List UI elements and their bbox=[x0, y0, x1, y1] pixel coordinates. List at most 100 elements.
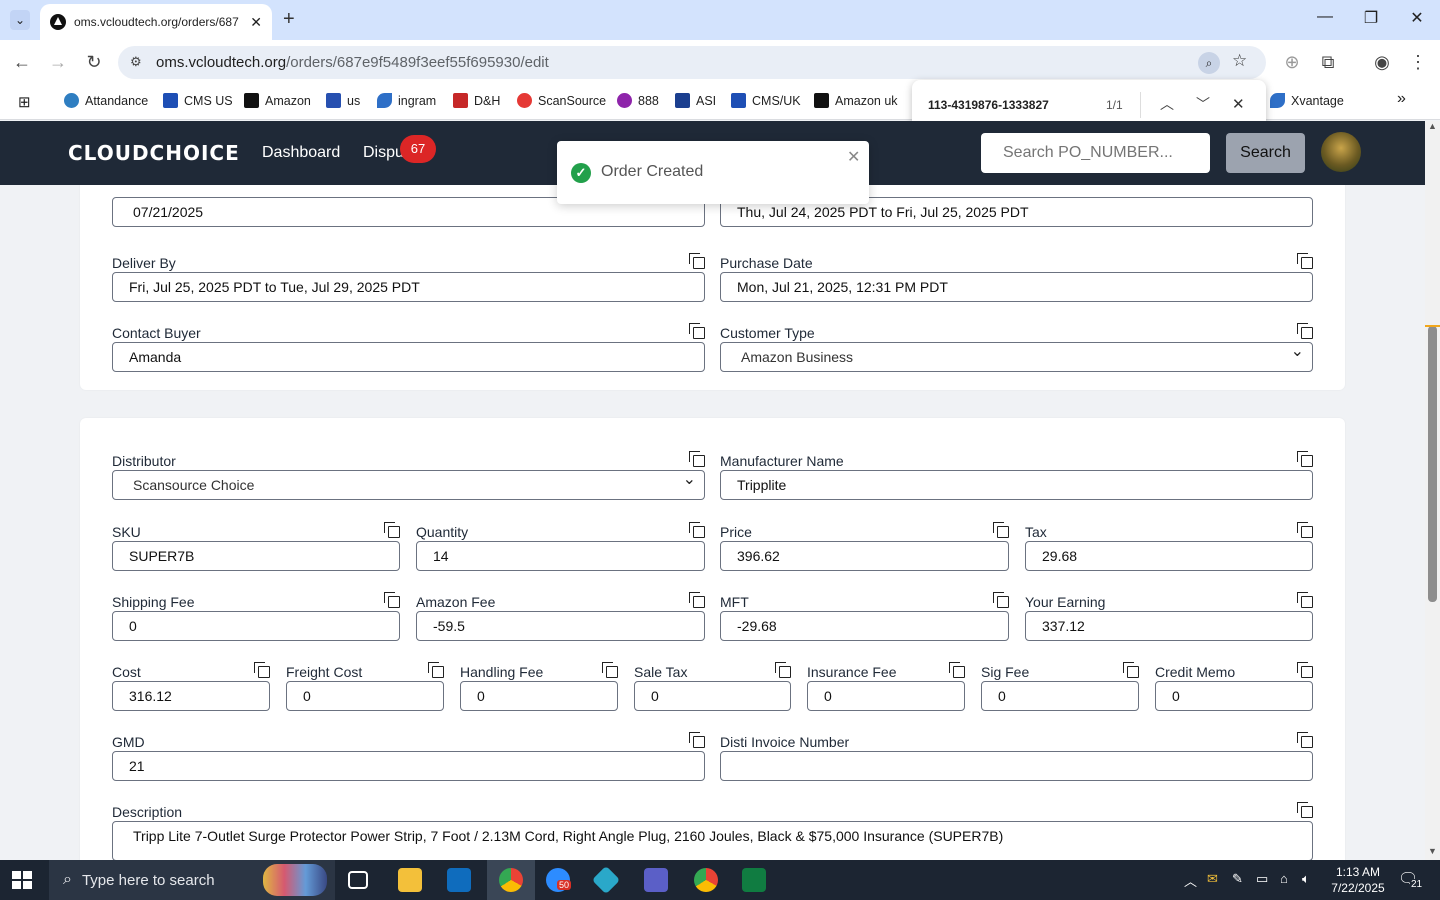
tax-input[interactable]: 29.68 bbox=[1025, 541, 1313, 571]
your-earning-input[interactable]: 337.12 bbox=[1025, 611, 1313, 641]
copy-icon[interactable] bbox=[1297, 253, 1313, 269]
mft-input[interactable]: -29.68 bbox=[720, 611, 1009, 641]
network-icon[interactable]: ⌂ bbox=[1280, 871, 1288, 886]
copy-icon[interactable] bbox=[428, 662, 444, 678]
bookmark-xvantage[interactable]: Xvantage bbox=[1270, 93, 1344, 108]
deliver-by-input[interactable]: Fri, Jul 25, 2025 PDT to Tue, Jul 29, 20… bbox=[112, 272, 705, 302]
bookmark-asi[interactable]: ASI bbox=[675, 93, 716, 108]
maximize-icon[interactable]: ❐ bbox=[1356, 8, 1386, 28]
file-explorer-icon[interactable] bbox=[398, 868, 422, 892]
search-button[interactable]: Search bbox=[1226, 133, 1305, 173]
task-view-icon[interactable] bbox=[348, 871, 368, 889]
bookmark-star-icon[interactable]: ☆ bbox=[1232, 51, 1247, 71]
copy-icon[interactable] bbox=[1297, 522, 1313, 538]
copy-icon[interactable] bbox=[689, 592, 705, 608]
scrollbar-thumb[interactable] bbox=[1428, 326, 1437, 602]
scroll-up-icon[interactable]: ▲ bbox=[1428, 121, 1437, 131]
mail-tray-icon[interactable]: ✉ bbox=[1207, 871, 1218, 887]
amazon-fee-input[interactable]: -59.5 bbox=[416, 611, 705, 641]
copy-icon[interactable] bbox=[1123, 662, 1139, 678]
tray-overflow-icon[interactable]: ︿ bbox=[1184, 871, 1197, 890]
pen-tray-icon[interactable]: ✎ bbox=[1232, 871, 1243, 887]
teams-icon[interactable] bbox=[644, 868, 668, 892]
manufacturer-input[interactable]: Tripplite bbox=[720, 470, 1313, 500]
copy-icon[interactable] bbox=[1297, 592, 1313, 608]
bookmark-us[interactable]: us bbox=[326, 93, 360, 108]
copy-icon[interactable] bbox=[1297, 451, 1313, 467]
close-tab-icon[interactable]: ✕ bbox=[250, 14, 262, 31]
customer-type-select[interactable]: Amazon Business bbox=[720, 342, 1313, 372]
disti-invoice-input[interactable] bbox=[720, 751, 1313, 781]
bookmarks-overflow-icon[interactable]: » bbox=[1397, 90, 1406, 108]
distributor-select[interactable]: Scansource Choice bbox=[112, 470, 705, 500]
bookmark-amazon-uk[interactable]: Amazon uk bbox=[814, 93, 898, 108]
apps-grid-icon[interactable]: ⊞ bbox=[18, 93, 31, 111]
purchase-date-input[interactable]: Mon, Jul 21, 2025, 12:31 PM PDT bbox=[720, 272, 1313, 302]
url-input[interactable]: ⚙ oms.vcloudtech.org/orders/687e9f5489f3… bbox=[118, 46, 1266, 79]
bookmark-888[interactable]: 888 bbox=[617, 93, 659, 108]
app-logo[interactable]: CLOUDCHOICE bbox=[68, 141, 240, 165]
copy-icon[interactable] bbox=[993, 522, 1009, 538]
insurance-fee-input[interactable]: 0 bbox=[807, 681, 965, 711]
copy-icon[interactable] bbox=[689, 323, 705, 339]
po-number-search-input[interactable] bbox=[981, 133, 1210, 173]
browser-tab[interactable]: oms.vcloudtech.org/orders/687 ✕ bbox=[40, 4, 272, 40]
sig-fee-input[interactable]: 0 bbox=[981, 681, 1139, 711]
contact-buyer-input[interactable]: Amanda bbox=[112, 342, 705, 372]
copy-icon[interactable] bbox=[993, 592, 1009, 608]
find-close-icon[interactable]: ✕ bbox=[1232, 95, 1245, 113]
back-icon[interactable]: ← bbox=[10, 52, 34, 72]
find-next-icon[interactable]: ﹀ bbox=[1196, 94, 1210, 114]
copy-icon[interactable] bbox=[384, 592, 400, 608]
copy-icon[interactable] bbox=[689, 732, 705, 748]
profile-icon[interactable]: ◉ bbox=[1370, 52, 1394, 72]
new-tab-icon[interactable]: + bbox=[283, 8, 295, 31]
reload-icon[interactable]: ↻ bbox=[82, 52, 106, 72]
bookmark-attandance[interactable]: Attandance bbox=[64, 93, 148, 108]
handling-fee-input[interactable]: 0 bbox=[460, 681, 618, 711]
app-diamond-icon[interactable] bbox=[591, 865, 621, 895]
nav-dashboard[interactable]: Dashboard bbox=[262, 144, 340, 162]
nav-disputes[interactable]: Dispu bbox=[363, 144, 404, 162]
excel-icon[interactable] bbox=[742, 868, 766, 892]
copy-icon[interactable] bbox=[384, 522, 400, 538]
toast-close-icon[interactable]: ✕ bbox=[847, 147, 860, 167]
copy-icon[interactable] bbox=[602, 662, 618, 678]
extensions-icon[interactable]: ⧉ bbox=[1316, 52, 1340, 72]
copy-icon[interactable] bbox=[689, 253, 705, 269]
sale-tax-input[interactable]: 0 bbox=[634, 681, 791, 711]
system-clock[interactable]: 1:13 AM 7/22/2025 bbox=[1322, 864, 1394, 896]
site-info-icon[interactable]: ⚙ bbox=[130, 54, 142, 70]
copy-icon[interactable] bbox=[775, 662, 791, 678]
copy-icon[interactable] bbox=[1297, 802, 1313, 818]
tab-search-icon[interactable]: ⌄ bbox=[10, 10, 30, 30]
freight-cost-input[interactable]: 0 bbox=[286, 681, 444, 711]
minimize-icon[interactable]: — bbox=[1310, 8, 1340, 26]
taskbar-search-box[interactable]: ⌕ Type here to search bbox=[49, 860, 335, 900]
bookmark-cms-uk[interactable]: CMS/UK bbox=[731, 93, 801, 108]
close-window-icon[interactable]: ✕ bbox=[1402, 8, 1432, 28]
copy-icon[interactable] bbox=[689, 522, 705, 538]
bookmark-scansource[interactable]: ScanSource bbox=[517, 93, 606, 108]
chrome-profile-icon[interactable] bbox=[694, 868, 718, 892]
device-tray-icon[interactable]: ▭ bbox=[1256, 871, 1268, 887]
cost-input[interactable]: 316.12 bbox=[112, 681, 270, 711]
price-input[interactable]: 396.62 bbox=[720, 541, 1009, 571]
bookmark-ingram[interactable]: ingram bbox=[377, 93, 436, 108]
sku-input[interactable]: SUPER7B bbox=[112, 541, 400, 571]
copy-icon[interactable] bbox=[1297, 323, 1313, 339]
menu-icon[interactable]: ⋮ bbox=[1406, 52, 1430, 72]
copy-icon[interactable] bbox=[689, 451, 705, 467]
chrome-icon[interactable] bbox=[499, 868, 523, 892]
bookmark-dh[interactable]: D&H bbox=[453, 93, 500, 108]
outlook-icon[interactable] bbox=[447, 868, 471, 892]
copy-icon[interactable] bbox=[1297, 662, 1313, 678]
copy-icon[interactable] bbox=[949, 662, 965, 678]
volume-icon[interactable]: 🔈︎ bbox=[1302, 871, 1310, 887]
gmd-input[interactable]: 21 bbox=[112, 751, 705, 781]
shipping-fee-input[interactable]: 0 bbox=[112, 611, 400, 641]
find-previous-icon[interactable]: ︿ bbox=[1160, 94, 1174, 114]
windows-start-icon[interactable] bbox=[12, 871, 32, 889]
find-input[interactable]: 113-4319876-1333827 bbox=[928, 98, 1049, 112]
bookmark-cms-us[interactable]: CMS US bbox=[163, 93, 233, 108]
